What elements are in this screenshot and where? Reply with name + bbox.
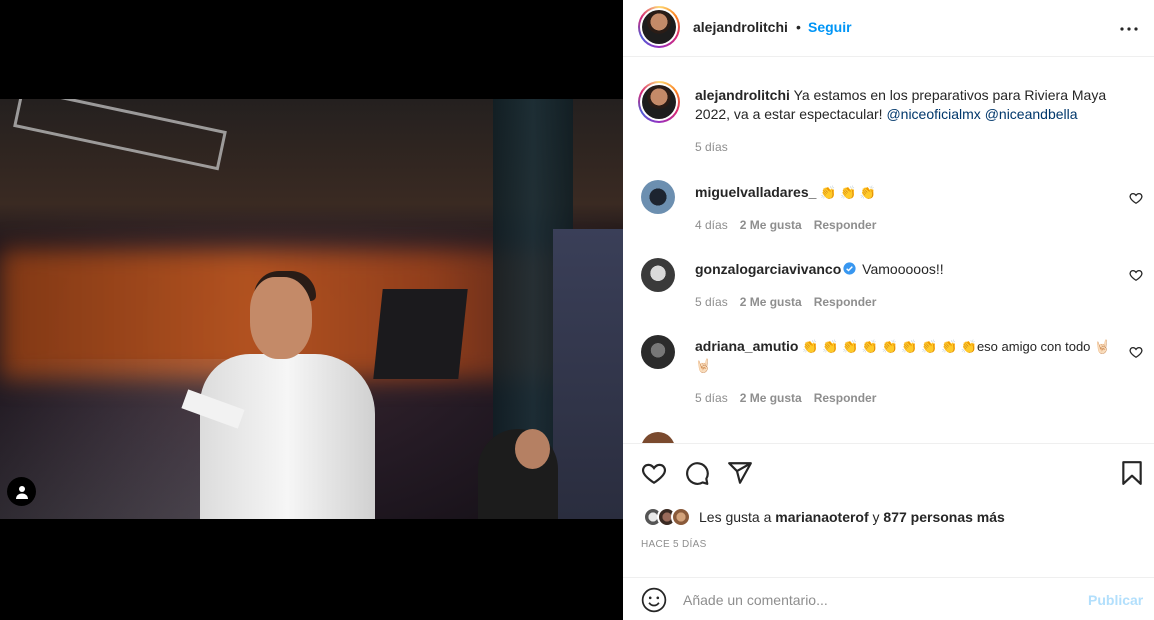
avatar [671, 507, 691, 527]
bookmark-icon[interactable] [1119, 460, 1145, 486]
separator-dot: • [796, 19, 801, 35]
reply-button[interactable]: Responder [814, 218, 877, 232]
caption-author-avatar[interactable] [638, 81, 680, 123]
avatar[interactable] [641, 335, 675, 369]
heart-icon[interactable] [1129, 345, 1143, 359]
comment-likes-button[interactable]: 2 Me gusta [740, 391, 802, 405]
post-photo[interactable] [0, 99, 623, 519]
post-timestamp[interactable]: HACE 5 DÍAS [641, 539, 707, 550]
avatar[interactable] [641, 180, 675, 214]
likes-count-link[interactable]: 877 personas más [883, 509, 1004, 525]
mention-link[interactable]: @niceandbella [985, 106, 1078, 122]
user-tag-icon[interactable] [7, 477, 36, 506]
comment-text: Vamooooos!! [862, 261, 944, 277]
comment-input[interactable] [683, 586, 1063, 614]
comment-meta: 4 días 2 Me gusta Responder [695, 218, 876, 232]
list-item: miguelvalladares_ 👏 👏 👏 [695, 183, 1135, 202]
post-side-panel: alejandrolitchi • Seguir alejandrolitchi… [623, 0, 1154, 620]
list-item: gonzalogarciavivanco Vamooooos!! [695, 260, 1135, 279]
caption-meta: 5 días [695, 140, 728, 154]
comment-text: 👏 👏 👏 [820, 185, 877, 200]
post-media-area [0, 0, 623, 620]
caption-username[interactable]: alejandrolitchi [695, 87, 790, 103]
paper-plane-icon[interactable] [727, 460, 753, 486]
comment-username[interactable]: gonzalogarciavivanco [695, 261, 841, 277]
comment-likes-button[interactable]: 2 Me gusta [740, 218, 802, 232]
comments-list[interactable]: alejandrolitchi Ya estamos en los prepar… [623, 58, 1154, 443]
caption-time: 5 días [695, 140, 728, 154]
author-avatar[interactable] [638, 6, 680, 48]
author-username[interactable]: alejandrolitchi [693, 19, 788, 35]
comment-meta: 5 días 2 Me gusta Responder [695, 391, 876, 405]
post-header: alejandrolitchi • Seguir [623, 0, 1154, 57]
comment-time: 4 días [695, 218, 728, 232]
liker-username[interactable]: marianaoterof [775, 509, 868, 525]
follow-button[interactable]: Seguir [808, 19, 852, 35]
comment-meta: 5 días 2 Me gusta Responder [695, 295, 876, 309]
avatar[interactable] [641, 258, 675, 292]
caption-text: alejandrolitchi Ya estamos en los prepar… [695, 86, 1135, 124]
heart-icon[interactable] [641, 460, 667, 486]
heart-icon[interactable] [1129, 191, 1143, 205]
reply-button[interactable]: Responder [814, 391, 877, 405]
avatar[interactable] [641, 432, 675, 443]
comment-likes-button[interactable]: 2 Me gusta [740, 295, 802, 309]
list-item: adriana_amutio 👏 👏 👏 👏 👏 👏 👏 👏 👏eso amig… [695, 337, 1115, 375]
reply-button[interactable]: Responder [814, 295, 877, 309]
publish-button[interactable]: Publicar [1088, 592, 1143, 608]
smiley-icon[interactable] [641, 587, 667, 613]
comment-composer: Publicar [623, 577, 1154, 620]
instagram-post-modal: alejandrolitchi • Seguir alejandrolitchi… [0, 0, 1154, 620]
mention-link[interactable]: @niceoficialmx [886, 106, 980, 122]
comment-time: 5 días [695, 295, 728, 309]
more-horizontal-icon[interactable] [1117, 17, 1141, 41]
comment-username[interactable]: adriana_amutio [695, 338, 798, 354]
likes-summary: Les gusta a marianaoterof y 877 personas… [643, 506, 1005, 528]
comment-icon[interactable] [684, 460, 710, 486]
comment-time: 5 días [695, 391, 728, 405]
likes-text: Les gusta a marianaoterof y 877 personas… [699, 509, 1005, 525]
post-actions-section: Les gusta a marianaoterof y 877 personas… [623, 443, 1154, 620]
verified-badge-icon [843, 262, 856, 275]
heart-icon[interactable] [1129, 268, 1143, 282]
comment-username[interactable]: miguelvalladares_ [695, 184, 816, 200]
